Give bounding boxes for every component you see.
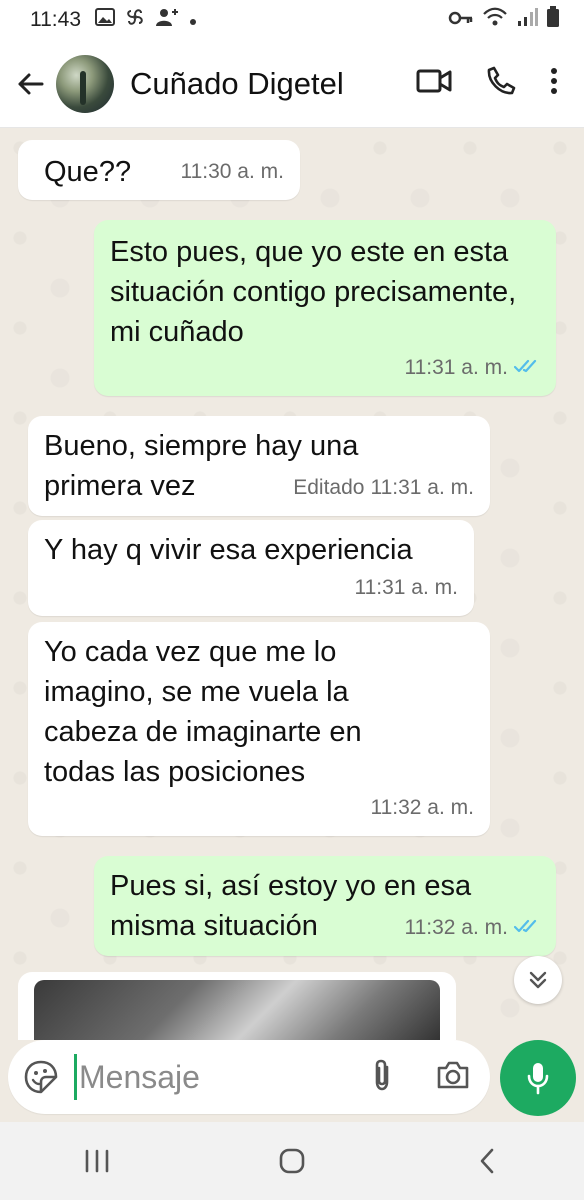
message-time: 11:31 a. m. <box>370 476 474 499</box>
message-meta: 11:32 a. m. <box>370 788 474 828</box>
message-bubble-incoming[interactable]: Yo cada vez que me lo imagino, se me vue… <box>28 622 490 836</box>
voice-message-button[interactable] <box>500 1040 576 1116</box>
video-call-icon[interactable] <box>416 68 452 99</box>
add-contact-icon <box>155 7 179 33</box>
message-time: 11:30 a. m. <box>180 160 284 183</box>
message-input[interactable]: Mensaje <box>79 1059 200 1096</box>
system-navigation-bar <box>0 1122 584 1200</box>
home-icon[interactable] <box>262 1136 322 1186</box>
read-ticks-icon <box>513 908 540 948</box>
camera-icon[interactable] <box>436 1060 470 1095</box>
media-message-bubble[interactable] <box>18 972 456 1040</box>
message-text: Y hay q vivir esa experiencia <box>44 534 413 566</box>
status-time: 11:43 <box>30 8 81 31</box>
sticker-emoji-icon[interactable] <box>24 1060 58 1094</box>
message-bubble-incoming[interactable]: Que?? 11:30 a. m. <box>18 140 300 200</box>
status-bar: 11:43 <box>0 0 584 40</box>
phone-icon[interactable] <box>486 66 516 101</box>
back-arrow-icon[interactable] <box>10 72 50 96</box>
pinwheel-icon <box>125 7 145 33</box>
text-cursor <box>74 1054 77 1100</box>
message-bubble-incoming[interactable]: Bueno, siempre hay una primera vez Edita… <box>28 416 490 516</box>
message-time: 11:31 a. m. <box>404 356 508 379</box>
message-bubble-incoming[interactable]: Y hay q vivir esa experiencia 11:31 a. m… <box>28 520 474 616</box>
attach-icon[interactable] <box>370 1058 394 1097</box>
message-time: 11:32 a. m. <box>370 796 474 819</box>
recent-apps-icon[interactable] <box>67 1136 127 1186</box>
message-meta: 11:30 a. m. <box>180 152 284 192</box>
more-vert-icon[interactable] <box>550 67 558 100</box>
message-meta: 11:31 a. m. <box>354 568 458 608</box>
message-bubble-outgoing[interactable]: Esto pues, que yo este en esta situación… <box>94 220 556 396</box>
edited-label: Editado <box>293 476 365 499</box>
message-meta: 11:32 a. m. <box>404 908 540 948</box>
message-meta: Editado 11:31 a. m. <box>293 468 474 508</box>
message-bubble-outgoing[interactable]: Pues si, así estoy yo en esa misma situa… <box>94 856 556 956</box>
double-chevron-down-icon <box>529 971 547 989</box>
wifi-icon <box>482 7 508 33</box>
microphone-icon <box>527 1063 549 1095</box>
image-icon <box>95 8 115 32</box>
dot-icon <box>189 8 197 32</box>
signal-icon <box>516 7 538 33</box>
message-input-container[interactable]: Mensaje <box>8 1040 490 1114</box>
read-ticks-icon <box>513 348 540 388</box>
avatar[interactable] <box>56 54 114 113</box>
key-icon <box>448 8 474 32</box>
message-meta: 11:31 a. m. <box>404 348 540 388</box>
message-text: Yo cada vez que me lo imagino, se me vue… <box>44 636 362 788</box>
back-icon[interactable] <box>457 1136 517 1186</box>
composer-bar: Mensaje <box>0 1040 584 1122</box>
contact-name[interactable]: Cuñado Digetel <box>130 66 344 102</box>
chat-area[interactable]: Que?? 11:30 a. m. Esto pues, que yo este… <box>0 128 584 1040</box>
message-time: 11:32 a. m. <box>404 916 508 939</box>
battery-icon <box>546 6 560 34</box>
image-thumbnail[interactable] <box>34 980 440 1040</box>
scroll-to-bottom-button[interactable] <box>514 956 562 1004</box>
message-text: Que?? <box>44 156 132 188</box>
message-text: Esto pues, que yo este en esta situación… <box>110 236 517 348</box>
chat-header: Cuñado Digetel <box>0 40 584 128</box>
message-time: 11:31 a. m. <box>354 576 458 599</box>
